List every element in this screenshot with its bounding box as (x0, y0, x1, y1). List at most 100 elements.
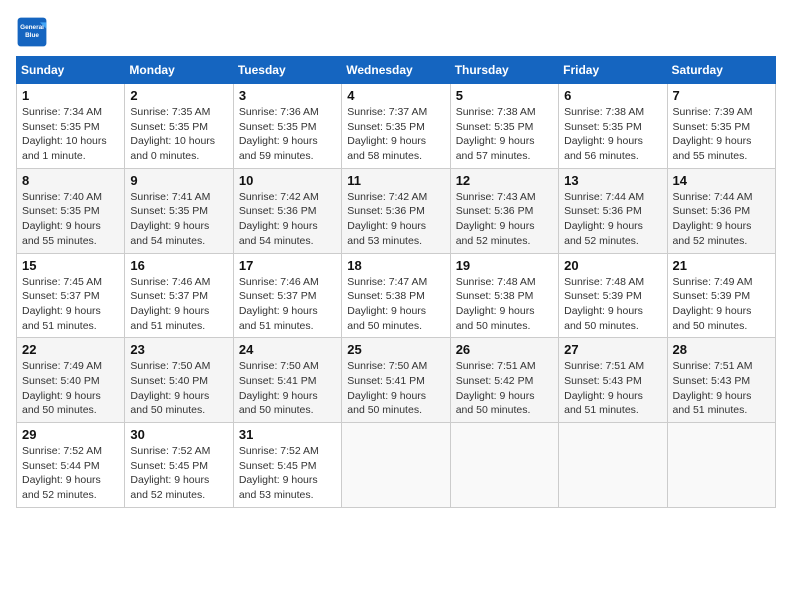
day-number: 29 (22, 427, 119, 442)
calendar-cell: 14 Sunrise: 7:44 AM Sunset: 5:36 PM Dayli… (667, 168, 775, 253)
day-info: Sunrise: 7:42 AM Sunset: 5:36 PM Dayligh… (239, 190, 336, 249)
day-info: Sunrise: 7:49 AM Sunset: 5:40 PM Dayligh… (22, 359, 119, 418)
day-number: 2 (130, 88, 227, 103)
calendar-cell: 23Sunrise: 7:50 AM Sunset: 5:40 PM Dayli… (125, 338, 233, 423)
day-info: Sunrise: 7:51 AM Sunset: 5:43 PM Dayligh… (564, 359, 661, 418)
day-number: 18 (347, 258, 444, 273)
day-info: Sunrise: 7:37 AM Sunset: 5:35 PM Dayligh… (347, 105, 444, 164)
calendar-cell: 13 Sunrise: 7:44 AM Sunset: 5:36 PM Dayli… (559, 168, 667, 253)
day-number: 9 (130, 173, 227, 188)
day-number: 22 (22, 342, 119, 357)
day-info: Sunrise: 7:49 AM Sunset: 5:39 PM Dayligh… (673, 275, 770, 334)
day-number: 25 (347, 342, 444, 357)
day-number: 15 (22, 258, 119, 273)
day-info: Sunrise: 7:36 AM Sunset: 5:35 PM Dayligh… (239, 105, 336, 164)
logo-icon: General Blue (16, 16, 48, 48)
day-number: 4 (347, 88, 444, 103)
weekday-header: Thursday (450, 57, 558, 84)
day-number: 11 (347, 173, 444, 188)
day-info: Sunrise: 7:38 AM Sunset: 5:35 PM Dayligh… (456, 105, 553, 164)
day-number: 7 (673, 88, 770, 103)
day-info: Sunrise: 7:35 AM Sunset: 5:35 PM Dayligh… (130, 105, 227, 164)
day-info: Sunrise: 7:43 AM Sunset: 5:36 PM Dayligh… (456, 190, 553, 249)
weekday-header: Sunday (17, 57, 125, 84)
day-number: 3 (239, 88, 336, 103)
day-number: 13 (564, 173, 661, 188)
day-info: Sunrise: 7:44 AM Sunset: 5:36 PM Dayligh… (564, 190, 661, 249)
day-info: Sunrise: 7:44 AM Sunset: 5:36 PM Dayligh… (673, 190, 770, 249)
day-number: 17 (239, 258, 336, 273)
day-info: Sunrise: 7:50 AM Sunset: 5:40 PM Dayligh… (130, 359, 227, 418)
day-info: Sunrise: 7:41 AM Sunset: 5:35 PM Dayligh… (130, 190, 227, 249)
day-info: Sunrise: 7:50 AM Sunset: 5:41 PM Dayligh… (239, 359, 336, 418)
day-number: 30 (130, 427, 227, 442)
calendar-cell: 28 Sunrise: 7:51 AM Sunset: 5:43 PM Dayli… (667, 338, 775, 423)
day-info: Sunrise: 7:46 AM Sunset: 5:37 PM Dayligh… (239, 275, 336, 334)
day-info: Sunrise: 7:42 AM Sunset: 5:36 PM Dayligh… (347, 190, 444, 249)
day-info: Sunrise: 7:47 AM Sunset: 5:38 PM Dayligh… (347, 275, 444, 334)
day-info: Sunrise: 7:52 AM Sunset: 5:45 PM Dayligh… (239, 444, 336, 503)
day-number: 14 (673, 173, 770, 188)
calendar-cell: 7 Sunrise: 7:39 AM Sunset: 5:35 PM Daylig… (667, 84, 775, 169)
calendar-cell: 18 Sunrise: 7:47 AM Sunset: 5:38 PM Dayli… (342, 253, 450, 338)
logo: General Blue (16, 16, 52, 48)
day-info: Sunrise: 7:34 AM Sunset: 5:35 PM Dayligh… (22, 105, 119, 164)
calendar-cell (450, 423, 558, 508)
calendar-cell: 26 Sunrise: 7:51 AM Sunset: 5:42 PM Dayli… (450, 338, 558, 423)
day-number: 6 (564, 88, 661, 103)
day-number: 12 (456, 173, 553, 188)
day-number: 24 (239, 342, 336, 357)
calendar-cell: 5Sunrise: 7:38 AM Sunset: 5:35 PM Daylig… (450, 84, 558, 169)
day-number: 28 (673, 342, 770, 357)
day-number: 16 (130, 258, 227, 273)
day-number: 10 (239, 173, 336, 188)
day-info: Sunrise: 7:46 AM Sunset: 5:37 PM Dayligh… (130, 275, 227, 334)
weekday-header: Saturday (667, 57, 775, 84)
calendar-cell: 24 Sunrise: 7:50 AM Sunset: 5:41 PM Dayli… (233, 338, 341, 423)
day-number: 8 (22, 173, 119, 188)
calendar-cell: 8 Sunrise: 7:40 AM Sunset: 5:35 PM Daylig… (17, 168, 125, 253)
calendar-cell: 17 Sunrise: 7:46 AM Sunset: 5:37 PM Dayli… (233, 253, 341, 338)
day-info: Sunrise: 7:39 AM Sunset: 5:35 PM Dayligh… (673, 105, 770, 164)
day-number: 26 (456, 342, 553, 357)
weekday-header: Wednesday (342, 57, 450, 84)
calendar-cell: 29 Sunrise: 7:52 AM Sunset: 5:44 PM Dayli… (17, 423, 125, 508)
calendar-cell (342, 423, 450, 508)
page-header: General Blue (16, 16, 776, 48)
calendar-cell: 10 Sunrise: 7:42 AM Sunset: 5:36 PM Dayli… (233, 168, 341, 253)
calendar-week-row: 29 Sunrise: 7:52 AM Sunset: 5:44 PM Dayli… (17, 423, 776, 508)
svg-text:General: General (20, 24, 44, 31)
day-info: Sunrise: 7:40 AM Sunset: 5:35 PM Dayligh… (22, 190, 119, 249)
calendar-header-row: SundayMondayTuesdayWednesdayThursdayFrid… (17, 57, 776, 84)
calendar-cell: 2 Sunrise: 7:35 AM Sunset: 5:35 PM Daylig… (125, 84, 233, 169)
day-number: 27 (564, 342, 661, 357)
day-number: 21 (673, 258, 770, 273)
calendar-week-row: 1Sunrise: 7:34 AM Sunset: 5:35 PM Daylig… (17, 84, 776, 169)
day-info: Sunrise: 7:48 AM Sunset: 5:38 PM Dayligh… (456, 275, 553, 334)
calendar-week-row: 15 Sunrise: 7:45 AM Sunset: 5:37 PM Dayli… (17, 253, 776, 338)
calendar-cell: 3 Sunrise: 7:36 AM Sunset: 5:35 PM Daylig… (233, 84, 341, 169)
calendar-cell: 15 Sunrise: 7:45 AM Sunset: 5:37 PM Dayli… (17, 253, 125, 338)
calendar-cell: 1Sunrise: 7:34 AM Sunset: 5:35 PM Daylig… (17, 84, 125, 169)
day-info: Sunrise: 7:52 AM Sunset: 5:45 PM Dayligh… (130, 444, 227, 503)
calendar-cell: 21 Sunrise: 7:49 AM Sunset: 5:39 PM Dayli… (667, 253, 775, 338)
calendar-cell: 22 Sunrise: 7:49 AM Sunset: 5:40 PM Dayli… (17, 338, 125, 423)
day-info: Sunrise: 7:50 AM Sunset: 5:41 PM Dayligh… (347, 359, 444, 418)
day-info: Sunrise: 7:38 AM Sunset: 5:35 PM Dayligh… (564, 105, 661, 164)
calendar-week-row: 8 Sunrise: 7:40 AM Sunset: 5:35 PM Daylig… (17, 168, 776, 253)
day-info: Sunrise: 7:52 AM Sunset: 5:44 PM Dayligh… (22, 444, 119, 503)
calendar-cell: 30 Sunrise: 7:52 AM Sunset: 5:45 PM Dayli… (125, 423, 233, 508)
calendar-table: SundayMondayTuesdayWednesdayThursdayFrid… (16, 56, 776, 508)
day-info: Sunrise: 7:51 AM Sunset: 5:43 PM Dayligh… (673, 359, 770, 418)
day-info: Sunrise: 7:48 AM Sunset: 5:39 PM Dayligh… (564, 275, 661, 334)
calendar-cell: 25 Sunrise: 7:50 AM Sunset: 5:41 PM Dayli… (342, 338, 450, 423)
calendar-cell (559, 423, 667, 508)
day-info: Sunrise: 7:51 AM Sunset: 5:42 PM Dayligh… (456, 359, 553, 418)
day-number: 31 (239, 427, 336, 442)
weekday-header: Friday (559, 57, 667, 84)
day-info: Sunrise: 7:45 AM Sunset: 5:37 PM Dayligh… (22, 275, 119, 334)
calendar-cell: 27 Sunrise: 7:51 AM Sunset: 5:43 PM Dayli… (559, 338, 667, 423)
weekday-header: Monday (125, 57, 233, 84)
calendar-week-row: 22 Sunrise: 7:49 AM Sunset: 5:40 PM Dayli… (17, 338, 776, 423)
day-number: 20 (564, 258, 661, 273)
